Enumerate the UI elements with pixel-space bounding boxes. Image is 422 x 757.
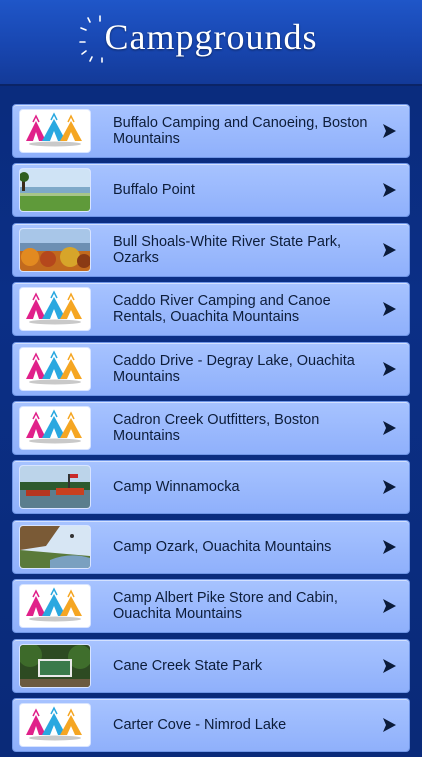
list-item[interactable]: Camp Ozark, Ouachita Mountains	[12, 519, 410, 574]
thumbnail-image	[19, 346, 91, 391]
chevron-right-icon	[383, 599, 396, 614]
campground-name: Caddo River Camping and Canoe Rentals, O…	[113, 293, 331, 326]
thumbnail-image	[19, 227, 91, 272]
chevron-right-icon	[383, 420, 396, 435]
campground-name: Cadron Creek Outfitters, Boston Mountain…	[113, 411, 320, 444]
chevron-right-icon	[383, 124, 396, 138]
page-title: Campgrounds	[104, 17, 318, 57]
chevron-right-icon	[383, 658, 396, 673]
thumbnail-image	[19, 702, 91, 747]
chevron-right-icon	[383, 183, 396, 198]
campground-name: Cane Creek State Park	[113, 657, 263, 674]
campground-name: Buffalo Camping and Canoeing, Boston Mou…	[113, 115, 368, 147]
app-header: Campgrounds	[0, 0, 422, 86]
campground-list: Buffalo Camping and Canoeing, Boston Mou…	[12, 104, 410, 757]
chevron-right-icon	[383, 480, 396, 495]
campground-name: Bull Shoals-White River State Park, Ozar…	[113, 233, 342, 266]
thumbnail-image	[19, 287, 91, 332]
list-item[interactable]: Camp Winnamocka	[12, 460, 410, 515]
campground-name: Camp Winnamocka	[113, 479, 240, 496]
list-item[interactable]: Carter Cove - Nimrod Lake	[12, 697, 410, 752]
thumbnail-image	[19, 584, 91, 629]
chevron-right-icon	[383, 302, 396, 317]
campground-name: Camp Ozark, Ouachita Mountains	[113, 538, 332, 555]
campground-name: Caddo Drive - Degray Lake, Ouachita Moun…	[113, 352, 355, 385]
list-item[interactable]: Cadron Creek Outfitters, Boston Mountain…	[12, 400, 410, 455]
chevron-right-icon	[383, 242, 396, 257]
list-item[interactable]: Caddo River Camping and Canoe Rentals, O…	[12, 282, 410, 337]
thumbnail-image	[19, 524, 91, 569]
list-item[interactable]: Bull Shoals-White River State Park, Ozar…	[12, 222, 410, 277]
list-item[interactable]: Buffalo Point	[12, 163, 410, 218]
campground-name: Camp Albert Pike Store and Cabin, Ouachi…	[113, 590, 338, 623]
campground-name: Carter Cove - Nimrod Lake	[113, 716, 287, 733]
campground-name: Buffalo Point	[113, 182, 195, 199]
list-item[interactable]: Camp Albert Pike Store and Cabin, Ouachi…	[12, 579, 410, 634]
chevron-right-icon	[383, 361, 396, 376]
chevron-right-icon	[383, 717, 396, 732]
list-item[interactable]: Cane Creek State Park	[12, 638, 410, 693]
thumbnail-image	[19, 405, 91, 450]
thumbnail-image	[19, 168, 91, 213]
thumbnail-image	[19, 643, 91, 688]
list-item[interactable]: Caddo Drive - Degray Lake, Ouachita Moun…	[12, 341, 410, 396]
thumbnail-image	[19, 109, 91, 153]
chevron-right-icon	[383, 539, 396, 554]
thumbnail-image	[19, 465, 91, 510]
list-item[interactable]: Buffalo Camping and Canoeing, Boston Mou…	[12, 104, 410, 158]
